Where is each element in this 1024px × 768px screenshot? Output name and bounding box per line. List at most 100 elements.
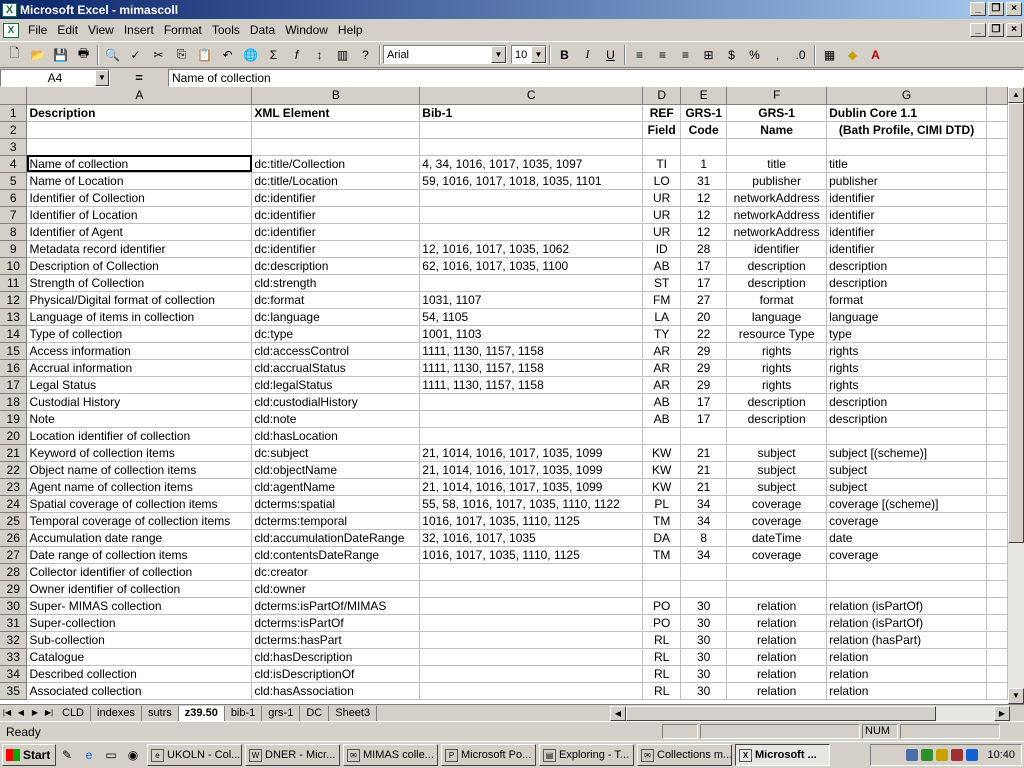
sheet-tab-z3950[interactable]: z39.50 <box>178 705 225 721</box>
cell[interactable]: description <box>726 274 828 292</box>
cell[interactable] <box>986 342 1008 360</box>
hyperlink-icon[interactable]: 🌐 <box>239 44 262 66</box>
cell[interactable]: UR <box>642 189 682 207</box>
cell[interactable]: Spatial coverage of collection items <box>26 495 253 513</box>
cell[interactable]: Temporal coverage of collection items <box>26 512 253 530</box>
cell[interactable] <box>419 138 644 156</box>
cell[interactable]: Super-collection <box>26 614 253 632</box>
cell[interactable]: PL <box>642 495 682 513</box>
row-header[interactable]: 31 <box>0 614 28 632</box>
agent-icon[interactable] <box>951 749 964 761</box>
cell[interactable]: 12, 1016, 1017, 1035, 1062 <box>419 240 644 258</box>
cell[interactable]: Name of collection <box>26 155 253 173</box>
cell[interactable] <box>986 563 1008 581</box>
cell[interactable] <box>986 291 1008 309</box>
cell[interactable]: 21 <box>680 444 728 462</box>
cell[interactable]: subject <box>726 478 828 496</box>
vertical-scrollbar[interactable]: ▲ ▼ <box>1008 87 1024 704</box>
function-icon[interactable]: f <box>285 44 308 66</box>
help-icon[interactable]: ? <box>354 44 377 66</box>
sheet-tab-sutrs[interactable]: sutrs <box>141 705 179 721</box>
cell[interactable]: 21, 1014, 1016, 1017, 1035, 1099 <box>419 478 644 496</box>
cell[interactable]: 1111, 1130, 1157, 1158 <box>419 342 644 360</box>
cell[interactable] <box>680 580 728 598</box>
paste-icon[interactable]: 📋 <box>193 44 216 66</box>
cell[interactable] <box>419 563 644 581</box>
percent-icon[interactable]: % <box>743 44 766 66</box>
cell[interactable]: networkAddress <box>726 223 828 241</box>
cell[interactable] <box>986 274 1008 292</box>
cell[interactable] <box>419 597 644 615</box>
menu-edit[interactable]: Edit <box>52 23 83 37</box>
cell[interactable]: Physical/Digital format of collection <box>26 291 253 309</box>
cell[interactable]: cld:accessControl <box>251 342 421 360</box>
cell[interactable]: dc:identifier <box>251 223 421 241</box>
cell[interactable] <box>680 563 728 581</box>
cell[interactable]: networkAddress <box>726 206 828 224</box>
cell[interactable] <box>986 121 1008 139</box>
sheet-tab-cld[interactable]: CLD <box>56 705 92 721</box>
cell[interactable]: GRS-1 <box>680 104 728 122</box>
row-header[interactable]: 16 <box>0 359 28 377</box>
cell[interactable]: subject <box>726 444 828 462</box>
cell[interactable]: description <box>826 410 987 428</box>
row-header[interactable]: 11 <box>0 274 28 292</box>
cell[interactable] <box>986 325 1008 343</box>
cell[interactable] <box>419 393 644 411</box>
cell[interactable]: identifier <box>826 206 987 224</box>
cell[interactable] <box>26 138 253 156</box>
bold-icon[interactable]: B <box>553 44 576 66</box>
cell[interactable]: rights <box>726 376 828 394</box>
cell[interactable]: dc:identifier <box>251 240 421 258</box>
cell[interactable]: Language of items in collection <box>26 308 253 326</box>
cell[interactable]: cld:isDescriptionOf <box>251 665 421 683</box>
row-header[interactable]: 9 <box>0 240 28 258</box>
cell[interactable] <box>419 427 644 445</box>
network-icon[interactable] <box>906 749 919 761</box>
cell[interactable]: dc:creator <box>251 563 421 581</box>
cell[interactable]: 30 <box>680 682 728 700</box>
print-icon[interactable]: 🖶 <box>72 44 95 66</box>
cell[interactable] <box>419 206 644 224</box>
cell[interactable]: cld:strength <box>251 274 421 292</box>
cell[interactable]: Metadata record identifier <box>26 240 253 258</box>
cell[interactable] <box>419 410 644 428</box>
cell[interactable]: publisher <box>826 172 987 190</box>
cell[interactable]: relation <box>726 665 828 683</box>
cell[interactable]: cld:legalStatus <box>251 376 421 394</box>
cell[interactable]: dc:title/Location <box>251 172 421 190</box>
cell[interactable]: description <box>826 257 987 275</box>
cell[interactable]: KW <box>642 444 682 462</box>
cell[interactable]: subject <box>826 478 987 496</box>
cell[interactable]: 27 <box>680 291 728 309</box>
horizontal-scroll-thumb[interactable] <box>626 706 936 721</box>
cell[interactable]: relation <box>726 648 828 666</box>
cell[interactable]: description <box>826 393 987 411</box>
column-header[interactable]: C <box>419 87 644 105</box>
cell[interactable]: Object name of collection items <box>26 461 253 479</box>
cell[interactable]: RL <box>642 665 682 683</box>
cell[interactable]: cld:hasDescription <box>251 648 421 666</box>
open-icon[interactable]: 📂 <box>26 44 49 66</box>
cell[interactable]: PO <box>642 597 682 615</box>
cell[interactable] <box>986 155 1008 173</box>
refresh-icon[interactable] <box>966 749 979 761</box>
cell[interactable]: dc:title/Collection <box>251 155 421 173</box>
cell[interactable]: subject <box>826 461 987 479</box>
cell[interactable] <box>986 665 1008 683</box>
task-excel[interactable]: X Microsoft ... <box>735 744 830 766</box>
autosum-icon[interactable]: Σ <box>262 44 285 66</box>
cell[interactable] <box>419 121 644 139</box>
cell[interactable] <box>986 648 1008 666</box>
cell[interactable]: Legal Status <box>26 376 253 394</box>
edit-icon[interactable]: ✎ <box>58 746 76 764</box>
cell[interactable]: FM <box>642 291 682 309</box>
cell[interactable]: Agent name of collection items <box>26 478 253 496</box>
name-box[interactable]: A4 ▼ <box>0 68 110 87</box>
cell[interactable]: rights <box>726 342 828 360</box>
cell[interactable]: 17 <box>680 257 728 275</box>
cell[interactable] <box>726 563 828 581</box>
cell[interactable]: rights <box>726 359 828 377</box>
cell[interactable] <box>986 138 1008 156</box>
cell[interactable]: Described collection <box>26 665 253 683</box>
